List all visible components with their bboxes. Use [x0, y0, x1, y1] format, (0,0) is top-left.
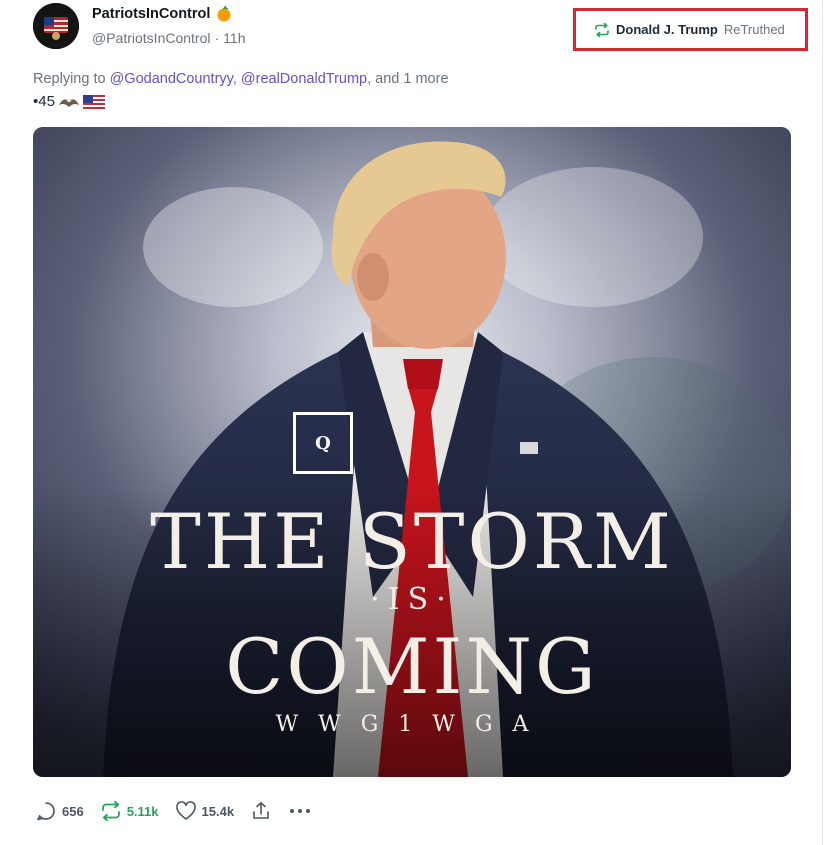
verified-badge-icon: [217, 6, 231, 22]
us-flag-icon: [82, 94, 105, 109]
retruth-icon: [101, 800, 120, 822]
image-caption-line3: COMING: [225, 622, 599, 711]
replying-to-suffix[interactable]: , and 1 more: [367, 71, 448, 87]
retruth-attribution[interactable]: Donald J. Trump ReTruthed: [573, 8, 808, 51]
image-caption-line2: ·IS·: [370, 582, 454, 617]
retruth-icon: [595, 22, 609, 37]
retruth-user-name[interactable]: Donald J. Trump: [616, 22, 718, 37]
replying-to-prefix: Replying to: [33, 71, 106, 87]
right-border: [822, 0, 823, 845]
heart-icon: [175, 801, 196, 820]
retruth-count: 5.11k: [126, 803, 159, 819]
image-caption-line4: WWG1WGA: [275, 712, 549, 737]
retruth-label: ReTruthed: [723, 22, 785, 37]
image-caption-line1: THE STORM: [150, 497, 674, 586]
mention-link[interactable]: @GodandCountryy: [110, 71, 233, 87]
mention-separator: ,: [232, 71, 237, 87]
like-button[interactable]: 15.4k: [175, 800, 235, 822]
handle[interactable]: @PatriotsInControl: [92, 30, 210, 46]
reply-count: 656: [62, 803, 84, 819]
post-text: •45: [33, 93, 55, 110]
replying-to: Replying to @GodandCountryy, @realDonald…: [33, 71, 449, 87]
post-image[interactable]: Q THE STORM ·IS· COMING WWG1WGA: [33, 127, 791, 777]
display-name[interactable]: PatriotsInControl: [92, 6, 210, 22]
reply-button[interactable]: 656: [35, 800, 84, 822]
like-count: 15.4k: [201, 803, 235, 819]
share-button[interactable]: [250, 800, 272, 822]
share-icon: [253, 802, 269, 819]
post-time[interactable]: 11h: [223, 30, 245, 46]
post-body: •45: [33, 93, 105, 110]
eagle-icon: [58, 97, 79, 107]
reply-icon: [37, 802, 55, 821]
mention-link[interactable]: @realDonaldTrump: [241, 71, 367, 87]
post-actions: 656 5.11k 15.4k: [35, 800, 312, 822]
handle-separator: ·: [214, 30, 220, 46]
q-emblem: Q: [293, 412, 353, 474]
retruth-button[interactable]: 5.11k: [100, 800, 159, 822]
more-options-button[interactable]: [288, 800, 312, 822]
avatar[interactable]: [33, 3, 79, 49]
ellipsis-icon: [290, 809, 311, 813]
